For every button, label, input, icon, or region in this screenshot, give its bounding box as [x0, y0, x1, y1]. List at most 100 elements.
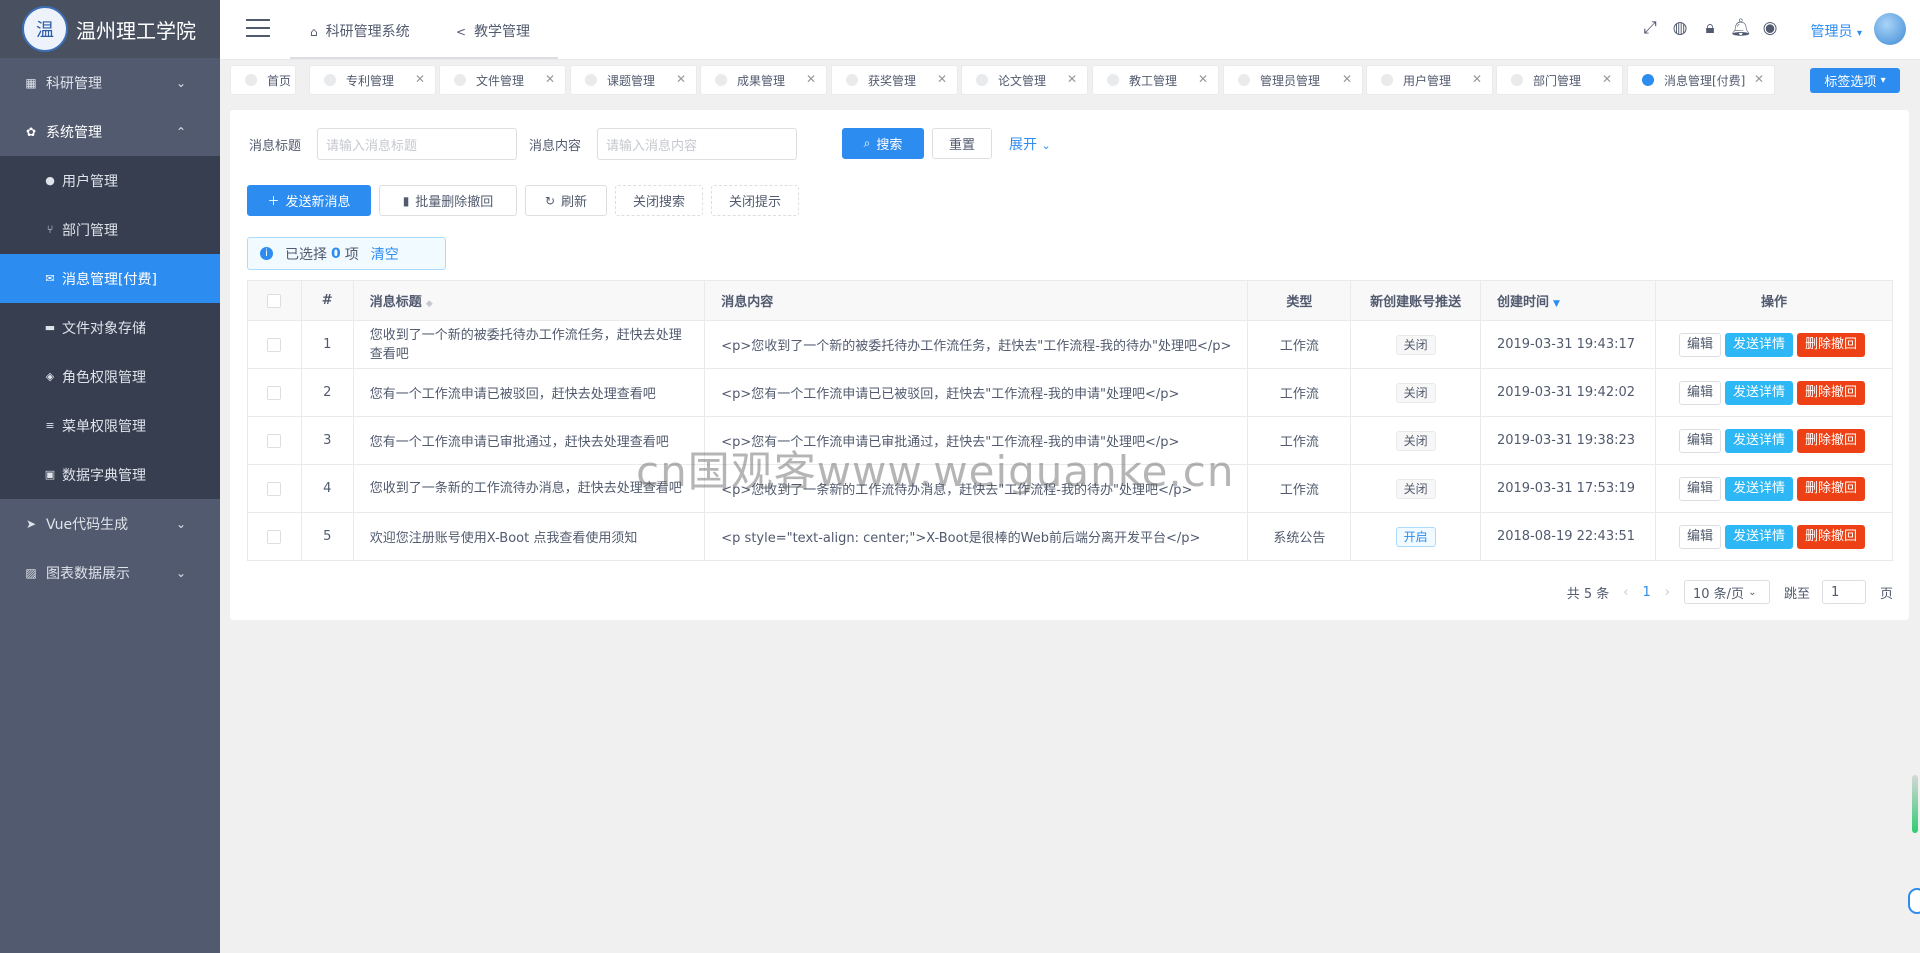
tab-users[interactable]: 用户管理 ✕ — [1366, 65, 1493, 95]
title-input[interactable]: 请输入消息标题 — [317, 128, 517, 160]
menu-research[interactable]: ▦ 科研管理 ⌄ — [0, 58, 220, 107]
tab-messages[interactable]: 消息管理[付费] ✕ — [1627, 65, 1775, 95]
delete-revoke-button[interactable]: 删除撤回 — [1797, 380, 1866, 405]
close-icon[interactable]: ✕ — [415, 72, 425, 86]
menu-vue-codegen[interactable]: ➤ Vue代码生成 ⌄ — [0, 499, 220, 548]
tab-files[interactable]: 文件管理 ✕ — [439, 65, 566, 95]
clear-selection-link[interactable]: 清空 — [371, 244, 399, 264]
row-checkbox[interactable] — [267, 433, 282, 448]
sidebar-item-messages[interactable]: ✉ 消息管理[付费] — [0, 254, 220, 303]
row-checkbox[interactable] — [267, 481, 282, 496]
page-number[interactable]: 1 — [1642, 585, 1650, 600]
row-title: 您收到了一个新的被委托待办工作流任务，赶快去处理查看吧 — [352, 320, 706, 369]
jump-input[interactable]: 1 — [1821, 580, 1866, 604]
tab-awards[interactable]: 获奖管理 ✕ — [831, 65, 958, 95]
menu-system[interactable]: ✿ 系统管理 ⌃ — [0, 107, 220, 156]
nav-research-system[interactable]: ⌂ 科研管理系统 — [310, 21, 410, 41]
github-icon[interactable]: ◉ — [1760, 18, 1780, 38]
scroll-indicator[interactable] — [1912, 775, 1918, 833]
sort-desc-icon[interactable]: ▼ — [1553, 299, 1560, 309]
floating-widget[interactable] — [1908, 888, 1920, 914]
row-type: 工作流 — [1247, 464, 1352, 513]
col-title[interactable]: 消息标题 ◆ — [352, 280, 706, 321]
fullscreen-icon[interactable]: ⤢ — [1640, 18, 1660, 38]
close-icon[interactable]: ✕ — [1067, 72, 1077, 86]
sidebar-item-menu-perms[interactable]: ≡ 菜单权限管理 — [0, 401, 220, 450]
nav-underline — [290, 57, 558, 59]
sort-icon[interactable]: ◆ — [426, 299, 433, 309]
globe-icon[interactable]: ◍ — [1670, 18, 1690, 38]
menu-charts[interactable]: ▨ 图表数据展示 ⌄ — [0, 548, 220, 597]
select-all-checkbox[interactable] — [267, 293, 282, 308]
sidebar-item-roles[interactable]: ◈ 角色权限管理 — [0, 352, 220, 401]
content-input[interactable]: 请输入消息内容 — [597, 128, 797, 160]
pagination: 共 5 条 ‹ 1 › 10 条/页 ⌄ 跳至 1 页 — [1567, 580, 1893, 604]
row-checkbox[interactable] — [267, 337, 282, 352]
send-detail-button[interactable]: 发送详情 — [1725, 476, 1794, 501]
row-time: 2019-03-31 19:42:02 — [1479, 368, 1657, 417]
tab-departments[interactable]: 部门管理 ✕ — [1496, 65, 1623, 95]
send-message-button[interactable]: ＋ 发送新消息 — [247, 185, 371, 216]
sidebar-item-dictionary[interactable]: ▣ 数据字典管理 — [0, 450, 220, 499]
send-detail-button[interactable]: 发送详情 — [1725, 524, 1794, 549]
sidebar-item-departments[interactable]: ⑂ 部门管理 — [0, 205, 220, 254]
edit-button[interactable]: 编辑 — [1679, 428, 1722, 453]
tab-staff[interactable]: 教工管理 ✕ — [1092, 65, 1219, 95]
sidebar-item-file-storage[interactable]: ▬ 文件对象存储 — [0, 303, 220, 352]
tab-papers[interactable]: 论文管理 ✕ — [961, 65, 1088, 95]
close-icon[interactable]: ✕ — [1342, 72, 1352, 86]
hamburger-icon[interactable] — [246, 19, 270, 37]
tab-achievements[interactable]: 成果管理 ✕ — [700, 65, 827, 95]
edit-button[interactable]: 编辑 — [1679, 524, 1722, 549]
edit-button[interactable]: 编辑 — [1679, 380, 1722, 405]
edit-button[interactable]: 编辑 — [1679, 332, 1722, 357]
row-index: 2 — [300, 368, 354, 417]
send-detail-button[interactable]: 发送详情 — [1725, 380, 1794, 405]
reset-button[interactable]: 重置 — [932, 128, 992, 159]
avatar[interactable] — [1874, 13, 1906, 45]
watermark: cn国观客www.weiguanke.cn — [636, 447, 1235, 496]
tab-admins[interactable]: 管理员管理 ✕ — [1223, 65, 1363, 95]
sidebar-item-users[interactable]: ● 用户管理 — [0, 156, 220, 205]
close-icon[interactable]: ✕ — [1602, 72, 1612, 86]
refresh-button[interactable]: ↻ 刷新 — [525, 185, 607, 216]
lock-icon[interactable]: 🔒︎ — [1700, 18, 1720, 38]
close-icon[interactable]: ✕ — [1754, 72, 1764, 86]
close-icon[interactable]: ✕ — [806, 72, 816, 86]
edit-button[interactable]: 编辑 — [1679, 476, 1722, 501]
row-checkbox[interactable] — [267, 529, 282, 544]
close-icon[interactable]: ✕ — [545, 72, 555, 86]
close-icon[interactable]: ✕ — [676, 72, 686, 86]
prev-page-icon[interactable]: ‹ — [1623, 585, 1628, 600]
delete-revoke-button[interactable]: 删除撤回 — [1797, 476, 1866, 501]
tab-patents[interactable]: 专利管理 ✕ — [309, 65, 436, 95]
close-icon[interactable]: ✕ — [1472, 72, 1482, 86]
send-detail-button[interactable]: 发送详情 — [1725, 428, 1794, 453]
close-tip-button[interactable]: 关闭提示 — [711, 185, 799, 216]
bell-icon[interactable]: 🔔︎ — [1730, 18, 1752, 38]
user-menu[interactable]: 管理员 ▾ — [1811, 21, 1862, 41]
expand-link[interactable]: 展开 ⌄ — [1009, 134, 1051, 154]
col-created[interactable]: 创建时间 ▼ — [1479, 280, 1657, 321]
tab-home[interactable]: 首页 — [230, 65, 296, 95]
row-checkbox[interactable] — [267, 385, 282, 400]
send-detail-button[interactable]: 发送详情 — [1725, 332, 1794, 357]
batch-delete-button[interactable]: ▮ 批量删除撤回 — [379, 185, 517, 216]
search-button[interactable]: ⌕ 搜索 — [842, 128, 924, 159]
tab-options-button[interactable]: 标签选项 ▾ — [1810, 68, 1900, 93]
main-card: 消息标题 请输入消息标题 消息内容 请输入消息内容 ⌕ 搜索 重置 展开 ⌄ ＋ 发… — [230, 110, 1909, 620]
close-icon[interactable]: ✕ — [937, 72, 947, 86]
nav-teaching[interactable]: < 教学管理 — [456, 21, 530, 41]
close-search-button[interactable]: 关闭搜索 — [615, 185, 703, 216]
col-push: 新创建账号推送 — [1350, 280, 1481, 321]
tab-projects[interactable]: 课题管理 ✕ — [570, 65, 697, 95]
logo[interactable]: 温 温州理工学院 — [0, 0, 220, 58]
delete-revoke-button[interactable]: 删除撤回 — [1797, 428, 1866, 453]
delete-revoke-button[interactable]: 删除撤回 — [1797, 332, 1866, 357]
page-size-select[interactable]: 10 条/页 ⌄ — [1683, 580, 1770, 604]
close-icon[interactable]: ✕ — [1198, 72, 1208, 86]
delete-revoke-button[interactable]: 删除撤回 — [1797, 524, 1866, 549]
menu-label: 系统管理 — [46, 124, 102, 141]
next-page-icon[interactable]: › — [1665, 585, 1670, 600]
table-row: 2 您有一个工作流申请已被驳回，赶快去处理查看吧 <p>您有一个工作流申请已已被… — [247, 368, 1893, 417]
